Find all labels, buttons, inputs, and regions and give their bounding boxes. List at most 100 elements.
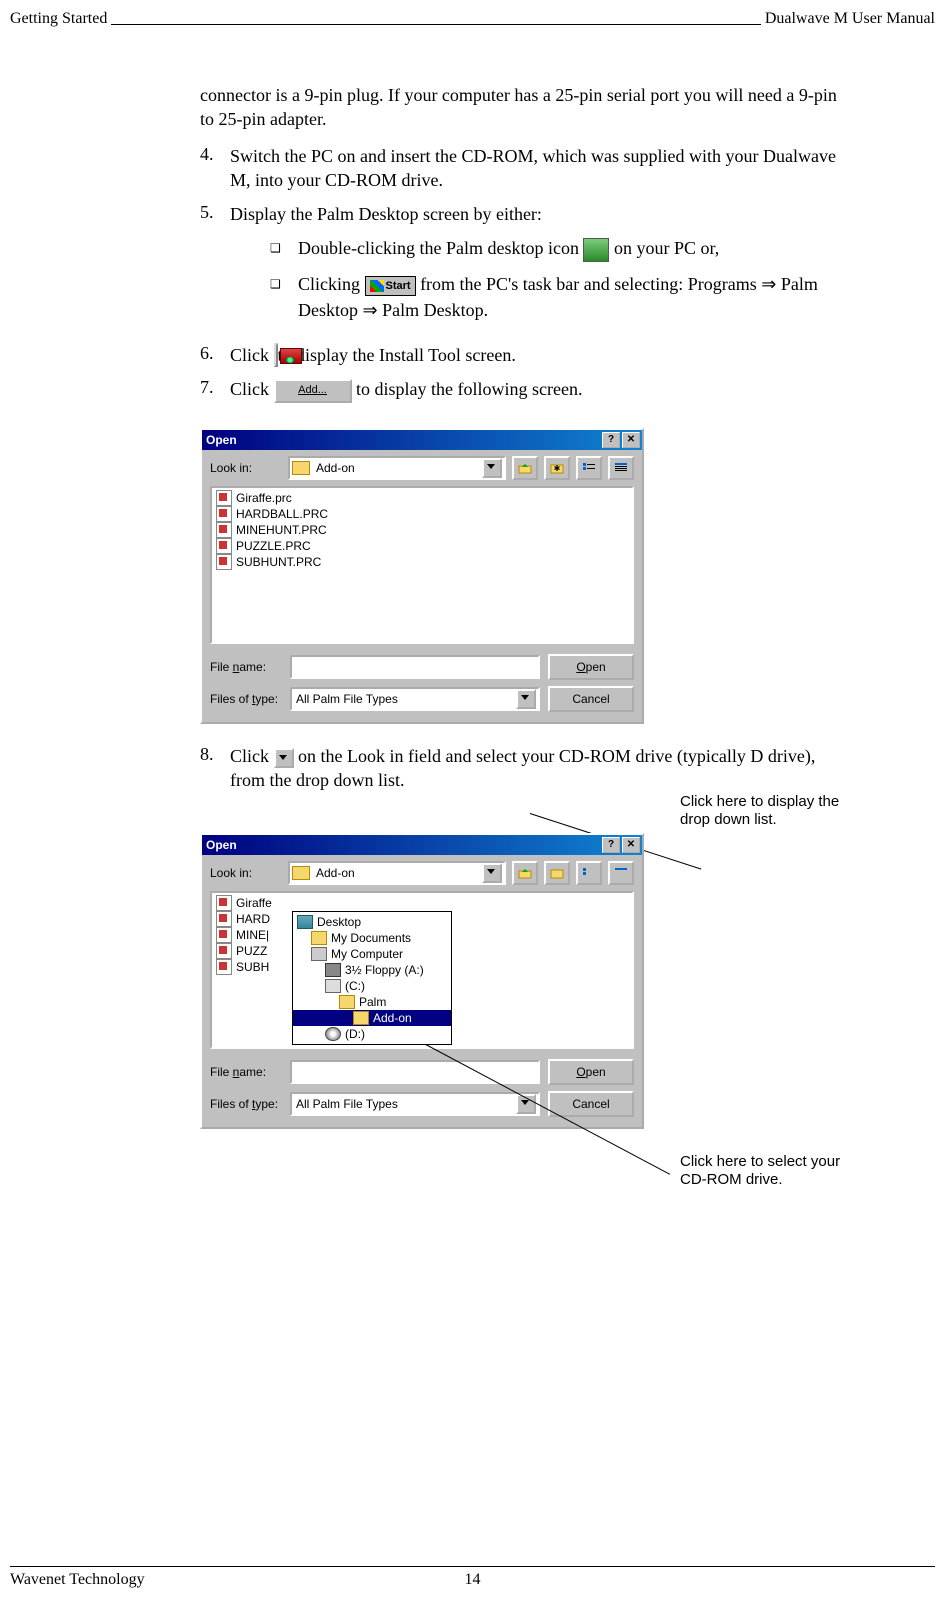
- install-tool-icon: [274, 343, 278, 367]
- step-7-post: to display the following screen.: [356, 379, 582, 399]
- lookin-select[interactable]: Add-on: [288, 456, 506, 480]
- file-item[interactable]: Giraffe: [214, 895, 272, 911]
- tree-c-drive[interactable]: (C:): [293, 978, 451, 994]
- filetype-value: All Palm File Types: [294, 692, 516, 706]
- folder-icon: [292, 461, 310, 475]
- step-5b-pre: Clicking: [298, 274, 365, 294]
- header-manual-title: Dualwave M User Manual: [765, 10, 935, 28]
- drive-icon: [325, 979, 341, 993]
- up-folder-button[interactable]: [512, 861, 538, 885]
- header-rule: [111, 14, 761, 25]
- cancel-button[interactable]: Cancel: [548, 1091, 634, 1117]
- step-6-number: 6.: [200, 343, 230, 367]
- open-button[interactable]: Open: [548, 654, 634, 680]
- close-button[interactable]: ✕: [622, 837, 640, 853]
- filetype-value: All Palm File Types: [294, 1097, 516, 1111]
- folder-icon: [353, 1011, 369, 1025]
- callout-bottom: Click here to select your CD-ROM drive.: [680, 1153, 850, 1189]
- footer-company: Wavenet Technology: [10, 1571, 145, 1589]
- dropdown-arrow-icon[interactable]: [482, 863, 502, 883]
- file-item[interactable]: SUBHUNT.PRC: [214, 554, 630, 570]
- header-section: Getting Started: [10, 10, 107, 28]
- file-icon: [216, 506, 232, 522]
- file-item[interactable]: Giraffe.prc: [214, 490, 630, 506]
- step-8-pre: Click: [230, 746, 274, 766]
- step-5a: ❑ Double-clicking the Palm desktop icon …: [270, 236, 850, 262]
- file-list[interactable]: Giraffe.prc HARDBALL.PRC MINEHUNT.PRC PU…: [210, 486, 634, 644]
- new-folder-button[interactable]: ✱: [544, 456, 570, 480]
- desktop-icon: [297, 915, 313, 929]
- content-area: connector is a 9-pin plug. If your compu…: [200, 83, 850, 1129]
- step-5a-pre: Double-clicking the Palm desktop icon: [298, 238, 583, 258]
- file-item[interactable]: MINEHUNT.PRC: [214, 522, 630, 538]
- filename-input[interactable]: [290, 655, 540, 679]
- computer-icon: [311, 947, 327, 961]
- filetype-label: Files of type:: [210, 1097, 282, 1111]
- file-item[interactable]: SUBH: [214, 959, 272, 975]
- floppy-icon: [325, 963, 341, 977]
- folder-icon: [311, 931, 327, 945]
- dialog-title: Open: [206, 838, 237, 852]
- palm-desktop-icon: [583, 238, 609, 262]
- step-5a-post: on your PC or,: [614, 238, 719, 258]
- tree-palm-folder[interactable]: Palm: [293, 994, 451, 1010]
- step-4-text: Switch the PC on and insert the CD-ROM, …: [230, 144, 850, 193]
- close-button[interactable]: ✕: [622, 432, 640, 448]
- file-icon: [216, 911, 232, 927]
- dialog-titlebar: Open ? ✕: [202, 835, 642, 855]
- filetype-select[interactable]: All Palm File Types: [290, 1092, 540, 1116]
- page-header: Getting Started Dualwave M User Manual: [0, 10, 945, 28]
- dropdown-arrow-icon[interactable]: [482, 458, 502, 478]
- file-icon: [216, 959, 232, 975]
- help-button[interactable]: ?: [602, 432, 620, 448]
- page-footer: Wavenet Technology 14: [10, 1566, 935, 1589]
- list-view-button[interactable]: [576, 861, 602, 885]
- dropdown-arrow-icon[interactable]: [516, 689, 536, 709]
- file-item[interactable]: HARDBALL.PRC: [214, 506, 630, 522]
- tree-floppy[interactable]: 3½ Floppy (A:): [293, 962, 451, 978]
- filetype-select[interactable]: All Palm File Types: [290, 687, 540, 711]
- file-item[interactable]: PUZZ: [214, 943, 272, 959]
- up-folder-button[interactable]: [512, 456, 538, 480]
- file-icon: [216, 895, 232, 911]
- step-4: 4. Switch the PC on and insert the CD-RO…: [200, 144, 850, 193]
- tree-d-drive[interactable]: (D:): [293, 1026, 451, 1042]
- list-view-button[interactable]: [576, 456, 602, 480]
- tree-addon-folder[interactable]: Add-on: [293, 1010, 451, 1026]
- filetype-label: Files of type:: [210, 692, 282, 706]
- cancel-button[interactable]: Cancel: [548, 686, 634, 712]
- dropdown-arrow-icon: [274, 748, 294, 768]
- new-folder-button[interactable]: [544, 861, 570, 885]
- file-item[interactable]: MINE|: [214, 927, 272, 943]
- step-7-pre: Click: [230, 379, 274, 399]
- file-icon: [216, 522, 232, 538]
- arrow-icon: ⇒: [761, 274, 776, 294]
- file-item[interactable]: PUZZLE.PRC: [214, 538, 630, 554]
- step-7-number: 7.: [200, 377, 230, 403]
- lookin-select[interactable]: Add-on: [288, 861, 506, 885]
- help-button[interactable]: ?: [602, 837, 620, 853]
- details-view-button[interactable]: [608, 861, 634, 885]
- details-view-button[interactable]: [608, 456, 634, 480]
- lookin-dropdown-list[interactable]: Desktop My Documents My Computer 3½ Flop…: [292, 911, 452, 1045]
- add-button-icon: Add...: [274, 379, 352, 403]
- folder-icon: [339, 995, 355, 1009]
- tree-desktop[interactable]: Desktop: [293, 914, 451, 930]
- step-8-number: 8.: [200, 744, 230, 793]
- dialog-titlebar: Open ? ✕: [202, 430, 642, 450]
- file-icon: [216, 490, 232, 506]
- tree-mycomputer[interactable]: My Computer: [293, 946, 451, 962]
- step-6-pre: Click: [230, 345, 274, 365]
- open-dialog-1: Open ? ✕ Look in: Add-on: [200, 428, 644, 724]
- open-button[interactable]: Open: [548, 1059, 634, 1085]
- file-list[interactable]: Giraffe HARD MINE| PUZZ SUBH Desktop My …: [210, 891, 634, 1049]
- cdrom-icon: [325, 1027, 341, 1041]
- file-icon: [216, 538, 232, 554]
- bullet-icon: ❑: [270, 272, 298, 322]
- open-dialog-2: Open ? ✕ Look in: Add-on: [200, 833, 644, 1129]
- file-item[interactable]: HARD: [214, 911, 272, 927]
- filename-input[interactable]: [290, 1060, 540, 1084]
- tree-mydocs[interactable]: My Documents: [293, 930, 451, 946]
- step-5-number: 5.: [200, 202, 230, 333]
- callout-top: Click here to display the drop down list…: [680, 793, 850, 829]
